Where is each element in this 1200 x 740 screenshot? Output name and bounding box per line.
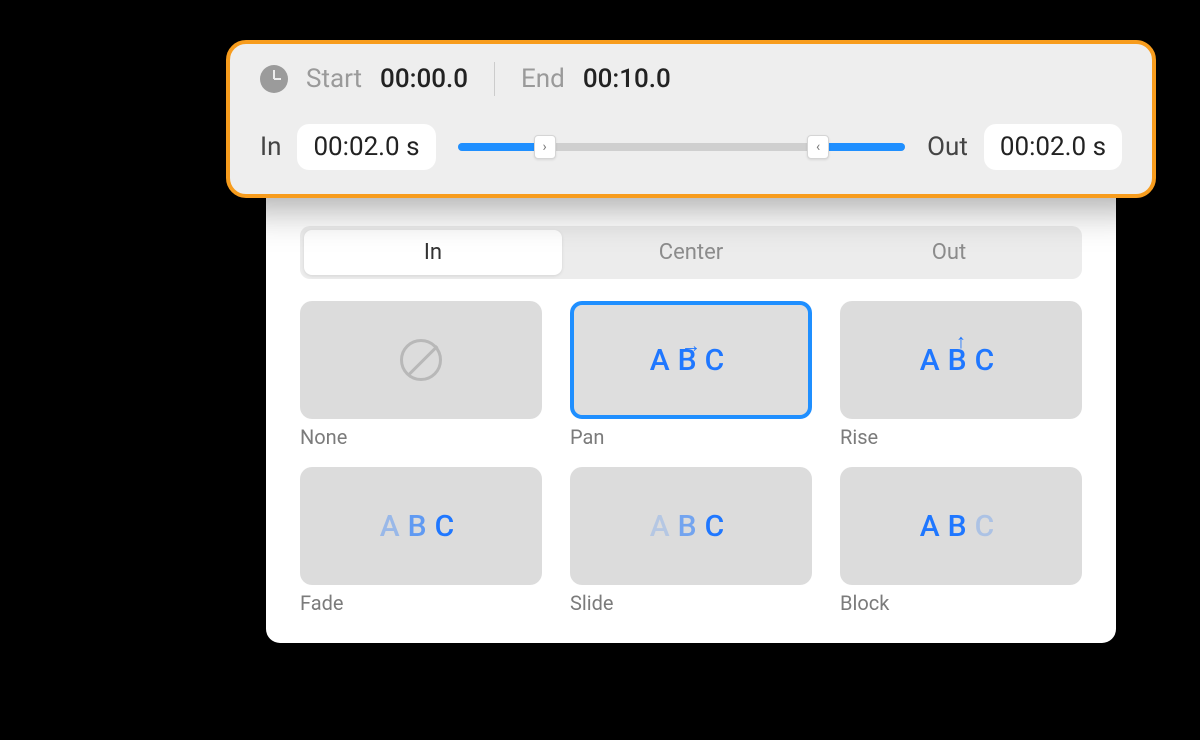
chevron-right-icon: › — [543, 139, 547, 155]
sample-text: ABC — [920, 509, 1002, 544]
slider-fill-out — [825, 143, 906, 151]
effect-slide: ABC Slide — [570, 467, 812, 615]
effect-fade-swatch[interactable]: ABC — [300, 467, 542, 585]
effect-fade: ABC Fade — [300, 467, 542, 615]
end-value[interactable]: 00:10.0 — [583, 64, 671, 94]
effect-fade-label: Fade — [300, 591, 542, 615]
divider — [494, 62, 495, 96]
effect-phase-tabs: In Center Out — [300, 226, 1082, 279]
effects-grid: None → ABC Pan ↑ ABC Rise ABC — [300, 301, 1082, 615]
effect-block-swatch[interactable]: ABC — [840, 467, 1082, 585]
clock-icon — [260, 65, 288, 93]
effect-rise-swatch[interactable]: ↑ ABC — [840, 301, 1082, 419]
timing-range-row: Start 00:00.0 End 00:10.0 — [260, 62, 1122, 96]
arrow-up-icon: ↑ — [956, 329, 966, 354]
tab-center[interactable]: Center — [562, 230, 820, 275]
chevron-left-icon: ‹ — [816, 139, 820, 155]
effect-rise: ↑ ABC Rise — [840, 301, 1082, 449]
slider-handle-in[interactable]: › — [534, 135, 556, 159]
sample-text: ABC — [380, 509, 462, 544]
effect-none-label: None — [300, 425, 542, 449]
start-value[interactable]: 00:00.0 — [380, 64, 468, 94]
sample-text: ABC — [650, 509, 732, 544]
effects-panel: In Center Out None → ABC Pan ↑ — [266, 186, 1116, 643]
slider-handle-out[interactable]: ‹ — [807, 135, 829, 159]
effect-slide-label: Slide — [570, 591, 812, 615]
end-label: End — [521, 64, 565, 94]
effect-none-swatch[interactable] — [300, 301, 542, 419]
arrow-right-icon: → — [681, 333, 701, 358]
effect-pan: → ABC Pan — [570, 301, 812, 449]
in-duration-field[interactable]: 00:02.0 s — [297, 124, 435, 170]
effect-pan-label: Pan — [570, 425, 812, 449]
out-label: Out — [927, 132, 968, 162]
slider-fill-in — [458, 143, 539, 151]
effect-rise-label: Rise — [840, 425, 1082, 449]
effect-block-label: Block — [840, 591, 1082, 615]
effect-none: None — [300, 301, 542, 449]
effect-block: ABC Block — [840, 467, 1082, 615]
timing-bar: Start 00:00.0 End 00:10.0 In 00:02.0 s ›… — [226, 40, 1156, 198]
in-label: In — [260, 132, 281, 162]
effect-pan-swatch[interactable]: → ABC — [570, 301, 812, 419]
start-label: Start — [306, 64, 362, 94]
prohibit-icon — [400, 339, 442, 381]
effect-slide-swatch[interactable]: ABC — [570, 467, 812, 585]
tab-in[interactable]: In — [304, 230, 562, 275]
duration-slider[interactable]: › ‹ — [458, 143, 906, 151]
out-duration-field[interactable]: 00:02.0 s — [984, 124, 1122, 170]
tab-out[interactable]: Out — [820, 230, 1078, 275]
timing-inout-row: In 00:02.0 s › ‹ Out 00:02.0 s — [260, 124, 1122, 170]
